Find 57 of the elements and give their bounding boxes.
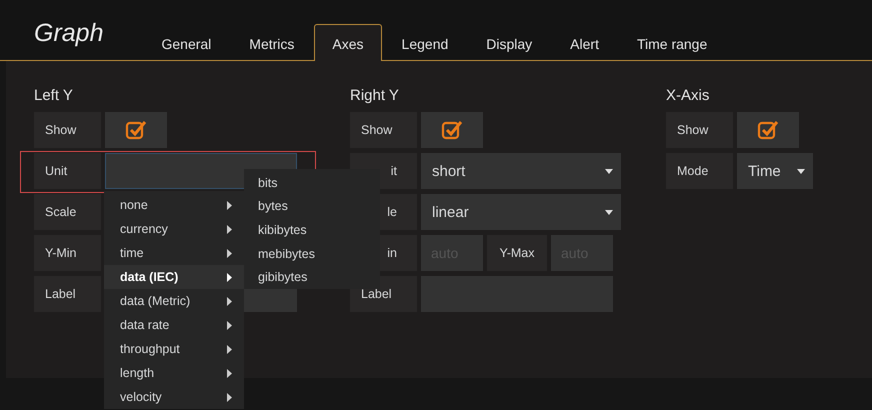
caret-icon: [605, 210, 613, 214]
select-value: Time: [748, 162, 781, 180]
menu-item[interactable]: bits: [244, 171, 380, 195]
tab[interactable]: Time range: [618, 25, 726, 61]
submenu-arrow-icon: [227, 224, 232, 234]
submenu-arrow-icon: [227, 320, 232, 330]
select-field[interactable]: Time: [737, 153, 813, 189]
checkbox-checked-icon[interactable]: [125, 119, 147, 141]
section-title: X-Axis: [666, 87, 710, 104]
submenu-arrow-icon: [227, 344, 232, 354]
menu-item[interactable]: bytes: [244, 194, 380, 218]
section-title: Right Y: [350, 87, 400, 104]
select-field[interactable]: short: [421, 153, 621, 189]
menu-item[interactable]: velocity: [104, 385, 244, 409]
submenu-arrow-icon: [227, 272, 232, 282]
submenu-arrow-icon: [227, 296, 232, 306]
field-label: it: [390, 164, 397, 178]
tab[interactable]: Legend: [384, 25, 466, 61]
checkbox-checked-icon[interactable]: [757, 119, 779, 141]
menu-item[interactable]: data rate: [104, 313, 244, 337]
caret-icon: [605, 168, 613, 174]
menu-item[interactable]: data (IEC): [104, 265, 244, 289]
submenu-arrow-icon: [227, 200, 232, 210]
caret-icon: [797, 168, 805, 174]
field-label: le: [387, 205, 397, 219]
submenu-arrow-icon: [227, 368, 232, 378]
menu-item[interactable]: currency: [104, 217, 244, 241]
section-title: Left Y: [34, 87, 74, 104]
menu-item[interactable]: length: [104, 361, 244, 385]
checkbox-checked-icon[interactable]: [441, 119, 463, 141]
panel-title: Graph: [34, 19, 104, 48]
menu-item[interactable]: none: [104, 193, 244, 217]
menu-item[interactable]: time: [104, 241, 244, 265]
select-field[interactable]: linear: [421, 194, 621, 230]
field-label: Label: [34, 276, 101, 312]
field-label: Show: [350, 112, 417, 148]
menu-item[interactable]: kibibytes: [244, 218, 380, 242]
field-label: Unit: [34, 153, 101, 189]
select-value: linear: [432, 204, 469, 220]
select-value: short: [432, 162, 466, 180]
tab[interactable]: Metrics: [231, 25, 312, 61]
tab[interactable]: Alert: [552, 25, 617, 61]
field-label: Y-Max: [487, 235, 547, 271]
menu-item[interactable]: data (Metric): [104, 289, 244, 313]
field-label: Show: [34, 112, 101, 148]
field-label: Scale: [34, 194, 101, 230]
menu-item[interactable]: throughput: [104, 337, 244, 361]
field-label: Y-Min: [34, 235, 101, 271]
tab[interactable]: Display: [468, 25, 550, 61]
tab[interactable]: Axes: [314, 24, 382, 61]
field-label: in: [387, 246, 397, 260]
tab[interactable]: General: [143, 25, 230, 61]
submenu-arrow-icon: [227, 392, 232, 402]
field-label: Mode: [666, 153, 733, 189]
field-label: Show: [666, 112, 733, 148]
menu-item[interactable]: mebibytes: [244, 242, 380, 266]
submenu-arrow-icon: [227, 248, 232, 258]
